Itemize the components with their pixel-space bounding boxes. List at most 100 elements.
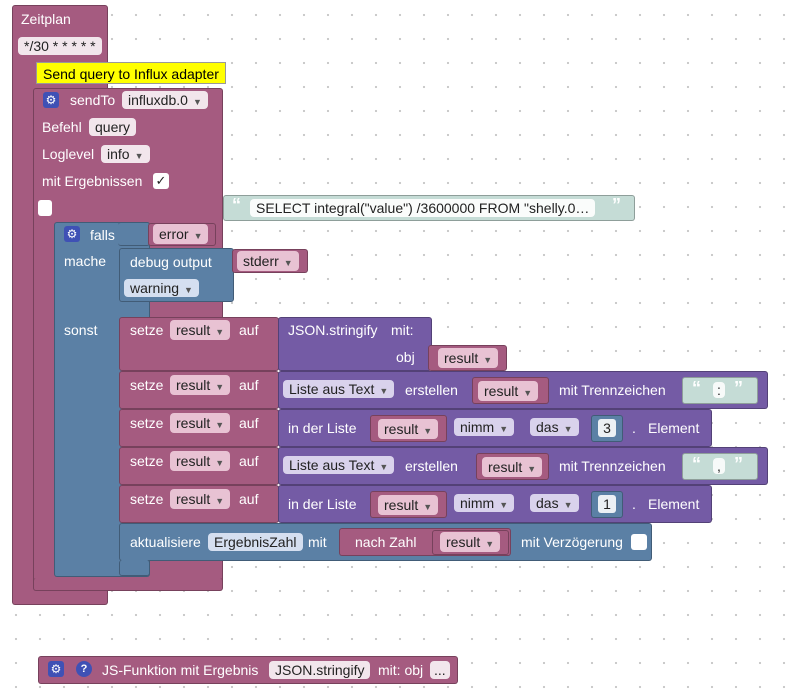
in-list-label: in der Liste: [288, 420, 357, 436]
chevron-down-icon: ▼: [215, 420, 225, 430]
stderr-dropdown[interactable]: stderr ▼: [237, 251, 299, 271]
update-label: aktualisiere: [130, 534, 201, 550]
index-value[interactable]: 3: [598, 419, 616, 437]
take-dropdown[interactable]: nimm ▼: [454, 418, 515, 436]
to-label: auf: [239, 491, 259, 507]
chevron-down-icon: ▼: [134, 151, 144, 161]
func-label: JSON.stringify: [288, 322, 378, 338]
create-label: erstellen: [405, 382, 458, 398]
obj-result-dropdown[interactable]: result ▼: [438, 348, 499, 368]
else-label: sonst: [64, 322, 98, 338]
open-quote-icon: “: [232, 195, 241, 215]
element-label: Element: [648, 496, 700, 512]
gear-icon[interactable]: ⚙: [64, 226, 80, 242]
sendto-block-bottom: [33, 578, 223, 591]
set-label: setze: [130, 491, 164, 507]
chevron-down-icon: ▼: [192, 97, 202, 107]
chevron-down-icon: ▼: [215, 458, 225, 468]
sendto-target-dropdown[interactable]: influxdb.0 ▼: [122, 91, 208, 109]
debug-level-dropdown[interactable]: warning ▼: [124, 279, 199, 297]
command-label: Befehl: [42, 119, 82, 135]
list-result-dropdown[interactable]: result ▼: [378, 495, 439, 515]
chevron-down-icon: ▼: [485, 539, 495, 549]
results-checkbox[interactable]: ✓: [153, 173, 169, 189]
create-label: erstellen: [405, 458, 458, 474]
which-dropdown[interactable]: das ▼: [530, 418, 579, 436]
do-label: mache: [64, 253, 107, 269]
update-with-label: mit: [308, 534, 327, 550]
close-quote-icon: ”: [734, 454, 743, 474]
chevron-down-icon: ▼: [423, 426, 433, 436]
chevron-down-icon: ▼: [423, 502, 433, 512]
separator-label: mit Trennzeichen: [559, 458, 666, 474]
gear-icon[interactable]: ⚙: [43, 92, 59, 108]
result-dropdown[interactable]: result ▼: [170, 320, 231, 340]
chevron-down-icon: ▼: [193, 231, 203, 241]
error-variable-dropdown[interactable]: error ▼: [153, 224, 209, 244]
result-dropdown[interactable]: result ▼: [170, 375, 231, 395]
if-label: falls: [90, 227, 115, 243]
js-function-name[interactable]: JSON.stringify: [269, 661, 371, 679]
to-label: auf: [239, 453, 259, 469]
if-header-connector: [118, 222, 150, 246]
src-result-dropdown[interactable]: result ▼: [478, 381, 539, 401]
sendto-label: sendTo: [70, 92, 116, 108]
which-dropdown[interactable]: das ▼: [530, 494, 579, 512]
result-dropdown[interactable]: result ▼: [170, 413, 231, 433]
chevron-down-icon: ▼: [215, 382, 225, 392]
chevron-down-icon: ▼: [499, 424, 509, 434]
separator-value[interactable]: ,: [713, 458, 725, 474]
js-function-label: JS-Funktion mit Ergebnis: [102, 662, 259, 678]
obj-label: obj: [396, 349, 415, 365]
delay-checkbox[interactable]: [631, 534, 647, 550]
separator-value[interactable]: :: [713, 382, 725, 398]
element-label: Element: [648, 420, 700, 436]
update-result-dropdown[interactable]: result ▼: [440, 532, 501, 552]
set-label: setze: [130, 453, 164, 469]
list-from-text-dropdown[interactable]: Liste aus Text ▼: [283, 456, 395, 474]
chevron-down-icon: ▼: [379, 462, 389, 472]
to-label: auf: [239, 377, 259, 393]
chevron-down-icon: ▼: [283, 258, 293, 268]
set-label: setze: [130, 377, 164, 393]
separator-label: mit Trennzeichen: [559, 382, 666, 398]
with-label: mit:: [391, 322, 414, 338]
chevron-down-icon: ▼: [215, 496, 225, 506]
to-number-label: nach Zahl: [355, 534, 417, 550]
results-label: mit Ergebnissen: [42, 173, 143, 189]
open-quote-icon: “: [692, 378, 701, 398]
list-result-dropdown[interactable]: result ▼: [378, 419, 439, 439]
loglevel-label: Loglevel: [42, 146, 95, 162]
update-state-tail: [119, 560, 150, 576]
chevron-down-icon: ▼: [184, 285, 193, 295]
sendto-comment[interactable]: Send query to Influx adapter: [36, 62, 226, 84]
to-label: auf: [239, 415, 259, 431]
chevron-down-icon: ▼: [215, 327, 225, 337]
cron-field[interactable]: */30 * * * * *: [18, 37, 102, 55]
chevron-down-icon: ▼: [379, 386, 389, 396]
src-result-dropdown[interactable]: result ▼: [482, 457, 543, 477]
command-field[interactable]: query: [89, 118, 137, 136]
chevron-down-icon: ▼: [563, 500, 573, 510]
loglevel-dropdown[interactable]: info ▼: [101, 145, 150, 163]
result-dropdown[interactable]: result ▼: [170, 451, 231, 471]
schedule-title: Zeitplan: [21, 11, 71, 27]
to-label: auf: [239, 322, 259, 338]
dot-label: .: [632, 496, 636, 512]
js-function-args: mit: obj: [378, 662, 424, 678]
close-quote-icon: ”: [734, 378, 743, 398]
chevron-down-icon: ▼: [563, 424, 573, 434]
chevron-down-icon: ▼: [527, 464, 537, 474]
gear-icon[interactable]: ⚙: [48, 661, 64, 677]
more-args-button[interactable]: ...: [430, 661, 450, 679]
query-text[interactable]: SELECT integral("value") /3600000 FROM "…: [250, 199, 596, 217]
index-value[interactable]: 1: [598, 495, 616, 513]
result-dropdown[interactable]: result ▼: [170, 489, 231, 509]
list-from-text-dropdown[interactable]: Liste aus Text ▼: [283, 380, 395, 398]
chevron-down-icon: ▼: [483, 355, 493, 365]
dot-label: .: [632, 420, 636, 436]
take-dropdown[interactable]: nimm ▼: [454, 494, 515, 512]
help-icon[interactable]: ?: [76, 661, 92, 677]
delay-label: mit Verzögerung: [521, 534, 623, 550]
state-field[interactable]: ErgebnisZahl: [208, 533, 303, 551]
